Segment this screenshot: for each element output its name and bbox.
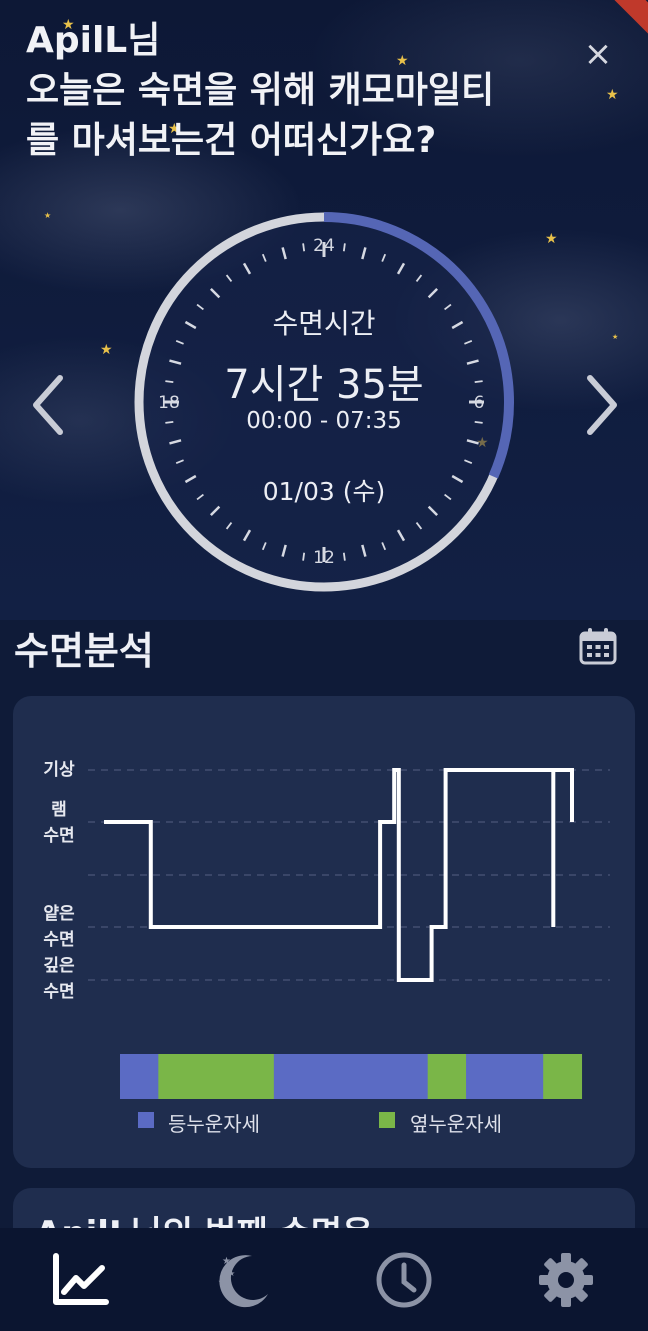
posture-bar: [120, 1054, 583, 1099]
gear-icon: [539, 1253, 593, 1307]
posture-segment-back: [466, 1054, 544, 1099]
nav-sleep-button[interactable]: ★ ★ ★: [212, 1250, 272, 1310]
svg-text:★: ★: [228, 1269, 235, 1278]
chart-line-icon: [53, 1253, 109, 1305]
nav-analysis-button[interactable]: [50, 1250, 110, 1310]
nav-settings-button[interactable]: [536, 1250, 596, 1310]
clock-icon: [376, 1252, 432, 1308]
legend-side-label: 옆누운자세: [410, 1112, 502, 1136]
posture-segment-back: [120, 1054, 159, 1099]
bottom-navigation: ★ ★ ★: [0, 1228, 648, 1331]
posture-segment-side: [543, 1054, 583, 1099]
posture-segment-side: [158, 1054, 275, 1099]
svg-text:★: ★: [218, 1278, 224, 1286]
nav-history-button[interactable]: [374, 1250, 434, 1310]
legend-back-label: 등누운자세: [168, 1112, 260, 1136]
sleep-stage-chart: [88, 768, 610, 1099]
svg-text:★: ★: [222, 1256, 231, 1267]
moon-stars-icon: ★ ★ ★: [218, 1255, 268, 1308]
posture-segment-back: [273, 1054, 429, 1099]
chart-gridlines: [88, 769, 610, 981]
legend-side-swatch: [379, 1112, 395, 1128]
legend-back-swatch: [138, 1112, 154, 1128]
posture-segment-side: [427, 1054, 467, 1099]
